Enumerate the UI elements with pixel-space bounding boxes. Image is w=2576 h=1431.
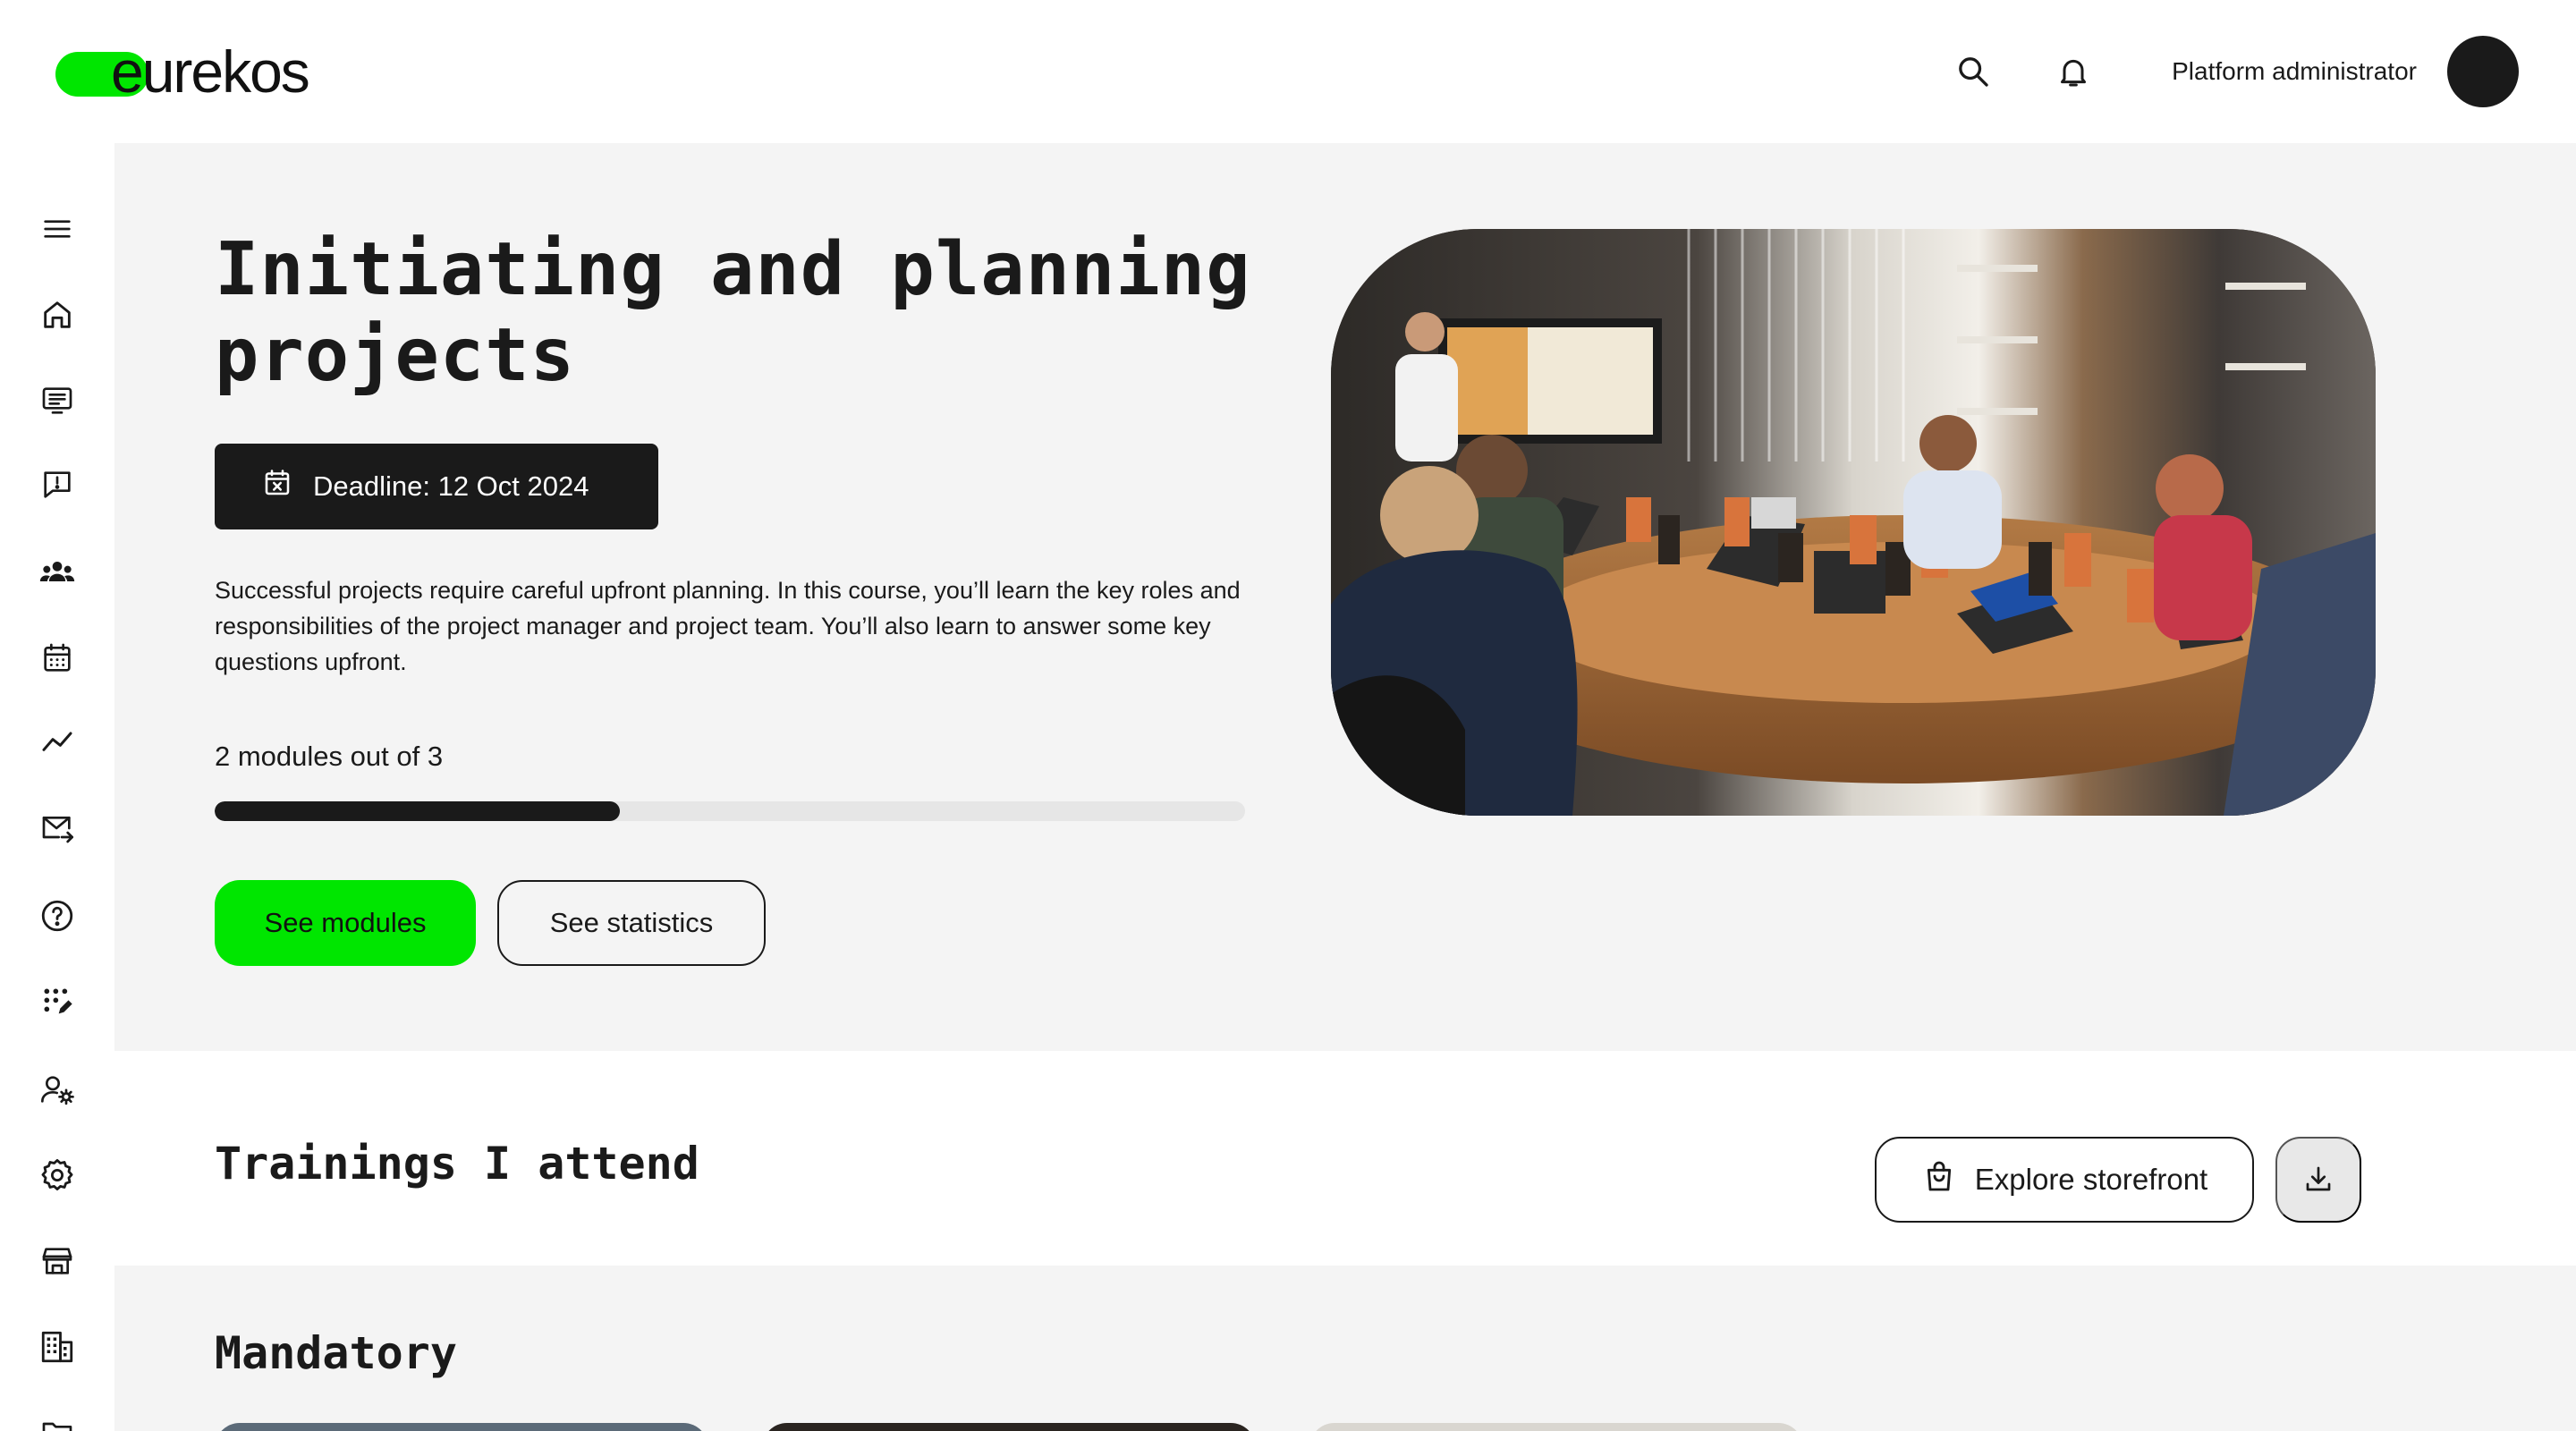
- eurekos-logo[interactable]: eurekos: [55, 38, 342, 109]
- see-statistics-button[interactable]: See statistics: [497, 880, 766, 966]
- logo-text: eurekos: [111, 38, 310, 105]
- course-hero: Initiating and planning projects Deadlin…: [114, 143, 2576, 1051]
- download-button[interactable]: [2275, 1137, 2361, 1223]
- explore-storefront-button[interactable]: Explore storefront: [1875, 1137, 2254, 1223]
- course-card[interactable]: [215, 1423, 708, 1431]
- course-card[interactable]: [1309, 1423, 1803, 1431]
- deadline-badge: Deadline: 12 Oct 2024: [215, 444, 658, 529]
- calendar-x-icon: [261, 467, 293, 506]
- shopping-bag-icon: [1921, 1158, 1957, 1201]
- storefront-icon[interactable]: [32, 1236, 82, 1286]
- menu-icon[interactable]: [32, 204, 82, 254]
- sidebar: [0, 143, 114, 1431]
- organization-icon[interactable]: [32, 1322, 82, 1372]
- home-icon[interactable]: [32, 290, 82, 340]
- deadline-text: Deadline: 12 Oct 2024: [313, 470, 589, 502]
- search-icon[interactable]: [1948, 47, 1998, 97]
- explore-storefront-label: Explore storefront: [1974, 1163, 2208, 1196]
- download-icon: [2302, 1163, 2334, 1198]
- calendar-icon[interactable]: [32, 633, 82, 683]
- bell-icon[interactable]: [2048, 47, 2098, 97]
- mandatory-section: Mandatory: [114, 1266, 2576, 1431]
- course-cover-image: [1331, 229, 2376, 816]
- apps-edit-icon[interactable]: [32, 977, 82, 1027]
- feedback-icon[interactable]: [32, 460, 82, 510]
- trainings-title: Trainings I attend: [215, 1138, 699, 1190]
- progress-label: 2 modules out of 3: [215, 741, 444, 772]
- groups-icon[interactable]: [32, 547, 82, 597]
- course-description: Successful projects require careful upfr…: [215, 577, 1241, 675]
- analytics-icon[interactable]: [32, 717, 82, 767]
- see-modules-button[interactable]: See modules: [215, 880, 476, 966]
- trainings-section: Trainings I attend Explore storefront: [114, 1051, 2576, 1266]
- progress-bar-fill: [215, 801, 621, 821]
- course-title: Initiating and planning projects: [215, 227, 1251, 398]
- mail-forward-icon[interactable]: [32, 803, 82, 853]
- progress-bar: [215, 801, 1245, 821]
- mandatory-title: Mandatory: [215, 1327, 457, 1379]
- course-list-icon[interactable]: [32, 376, 82, 426]
- top-header: eurekos Platform administrator: [0, 0, 2576, 143]
- user-name[interactable]: Platform administrator: [2172, 54, 2417, 89]
- course-card[interactable]: [762, 1423, 1256, 1431]
- gear-icon[interactable]: [32, 1150, 82, 1200]
- folder-icon[interactable]: [32, 1408, 82, 1431]
- help-icon[interactable]: [32, 891, 82, 941]
- avatar[interactable]: [2447, 36, 2519, 107]
- user-settings-icon[interactable]: [32, 1064, 82, 1114]
